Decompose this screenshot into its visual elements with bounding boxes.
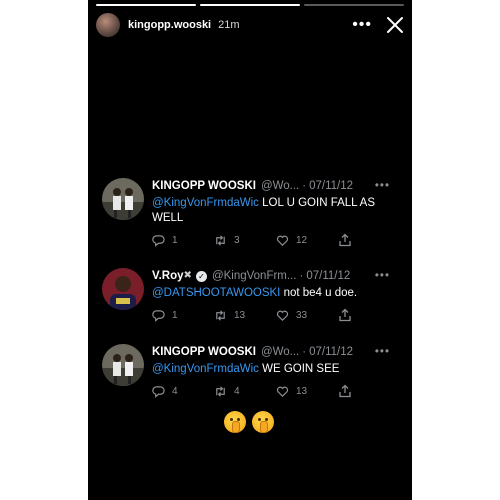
verified-badge-icon: ✓	[195, 270, 207, 282]
progress-segment	[304, 4, 404, 6]
sticker-row	[224, 411, 274, 433]
tweet-handle[interactable]: @Wo...	[261, 178, 299, 194]
tweet-card: V.Roy ✖ ✓ @KingVonFrm... · 07/11/12 ••• @…	[100, 268, 400, 338]
tweet-mention[interactable]: @DATSHOOTAWOOSKI	[152, 287, 280, 299]
reply-button[interactable]: 1	[152, 234, 214, 247]
meta-separator: ·	[302, 346, 307, 358]
retweet-count: 4	[234, 385, 240, 397]
retweet-icon	[216, 309, 225, 321]
tweet-more-icon[interactable]: •••	[375, 178, 390, 194]
tweet-card: KINGOPP WOOSKI @Wo... · 07/11/12 ••• @Ki…	[100, 344, 400, 414]
tweet-handle[interactable]: @Wo...	[261, 344, 299, 360]
close-icon[interactable]	[386, 16, 404, 34]
share-icon	[339, 233, 351, 247]
share-button[interactable]	[338, 384, 400, 398]
tweet-avatar	[102, 344, 144, 386]
meta-separator: ·	[299, 270, 304, 282]
like-button[interactable]: 12	[276, 234, 338, 247]
reply-button[interactable]: 1	[152, 309, 214, 322]
like-button[interactable]: 13	[276, 385, 338, 398]
tweet-text: @KingVonFrmdaWic WE GOIN SEE	[152, 362, 392, 377]
tweet-body: not be4 u doe.	[280, 287, 358, 299]
retweet-count: 3	[234, 234, 240, 246]
meta-separator: ·	[302, 180, 307, 192]
tweet-actions: 1 3 12	[152, 233, 400, 247]
heart-icon	[276, 386, 289, 397]
tweet-date: 07/11/12	[306, 270, 351, 282]
share-icon	[339, 308, 351, 322]
reply-count: 1	[172, 309, 178, 321]
tweet-text: @KingVonFrmdaWic LOL U GOIN FALL AS WELL	[152, 196, 392, 226]
reply-button[interactable]: 4	[152, 385, 214, 398]
share-button[interactable]	[338, 308, 400, 322]
more-options-icon[interactable]: •••	[352, 17, 372, 33]
tweet-more-icon[interactable]: •••	[375, 344, 390, 360]
tweet-actions: 4 4 13	[152, 384, 400, 398]
story-username[interactable]: kingopp.wooski	[128, 19, 211, 31]
story-progress-bar	[96, 4, 404, 6]
tweet-more-icon[interactable]: •••	[375, 268, 390, 284]
tweet-actions: 1 13 33	[152, 308, 400, 322]
retweet-button[interactable]: 3	[214, 234, 276, 247]
profile-avatar[interactable]	[96, 13, 120, 37]
tweet-author-name[interactable]: KINGOPP WOOSKI	[152, 344, 256, 360]
reply-icon	[152, 385, 165, 398]
like-count: 12	[296, 234, 308, 246]
story-time: 21m	[218, 19, 240, 31]
like-button[interactable]: 33	[276, 309, 338, 322]
share-icon	[339, 384, 351, 398]
retweet-icon	[216, 385, 225, 397]
tweet-body: WE GOIN SEE	[258, 363, 340, 375]
tweet-text: @DATSHOOTAWOOSKI not be4 u doe.	[152, 286, 392, 301]
retweet-button[interactable]: 13	[214, 309, 276, 322]
tweet-mention[interactable]: @KingVonFrmdaWic	[152, 197, 259, 209]
retweet-count: 13	[234, 309, 246, 321]
reply-count: 1	[172, 234, 178, 246]
reply-icon	[152, 234, 165, 247]
name-suffix: ✖	[183, 270, 192, 281]
heart-icon	[276, 235, 289, 246]
retweet-icon	[216, 234, 225, 246]
shushing-face-emoji	[252, 411, 274, 433]
tweet-author-name[interactable]: V.Roy	[152, 268, 184, 284]
heart-icon	[276, 310, 289, 321]
retweet-button[interactable]: 4	[214, 385, 276, 398]
tweet-card: KINGOPP WOOSKI @Wo... · 07/11/12 ••• @Ki…	[100, 178, 400, 248]
story-header: kingopp.wooski 21m •••	[96, 13, 404, 37]
story-viewer: kingopp.wooski 21m ••• KINGOPP WOOSKI @W…	[88, 0, 412, 500]
share-button[interactable]	[338, 233, 400, 247]
shushing-face-emoji	[224, 411, 246, 433]
like-count: 33	[296, 309, 308, 321]
reply-count: 4	[172, 385, 178, 397]
tweet-avatar	[102, 268, 144, 310]
progress-segment	[200, 4, 300, 6]
reply-icon	[152, 309, 165, 322]
like-count: 13	[296, 385, 308, 397]
tweet-author-name[interactable]: KINGOPP WOOSKI	[152, 178, 256, 194]
tweet-handle[interactable]: @KingVonFrm...	[212, 268, 297, 284]
tweet-avatar	[102, 178, 144, 220]
tweet-date: 07/11/12	[309, 180, 354, 192]
progress-segment	[96, 4, 196, 6]
tweet-date: 07/11/12	[309, 346, 354, 358]
tweet-mention[interactable]: @KingVonFrmdaWic	[152, 363, 259, 375]
